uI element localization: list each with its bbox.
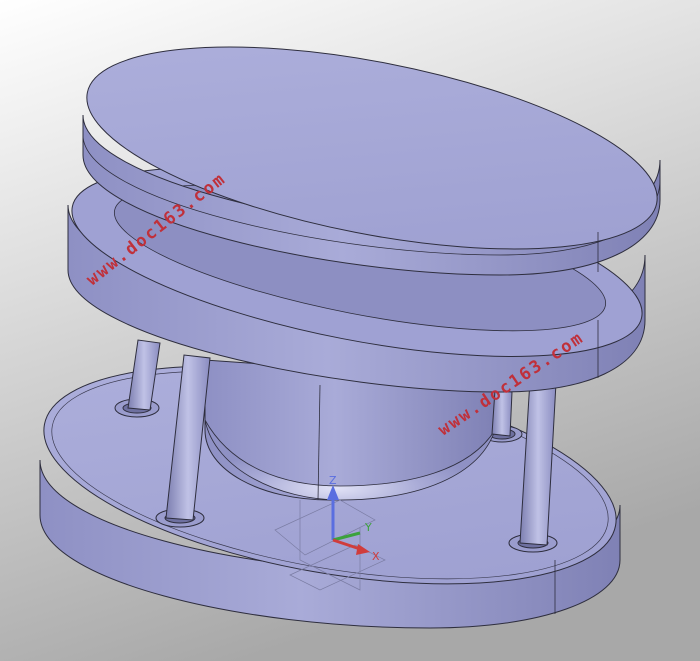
x-axis-label: X [372,550,380,563]
cad-viewport[interactable]: www.doc163.com www.doc163.com Z Y X [0,0,700,661]
mold-assembly-view[interactable]: www.doc163.com www.doc163.com Z Y X [0,0,700,661]
z-axis-label: Z [329,474,337,487]
y-axis-label: Y [364,521,372,534]
